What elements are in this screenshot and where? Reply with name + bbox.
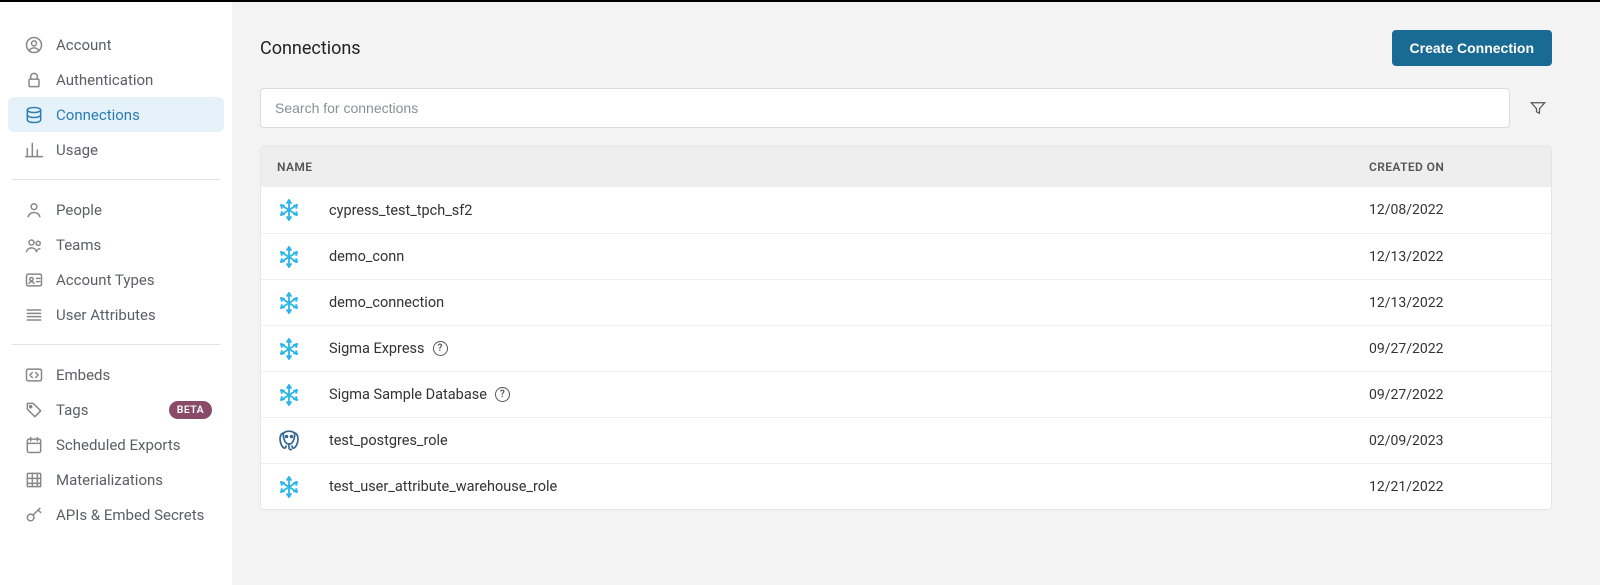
lock-icon <box>22 70 46 90</box>
table-row[interactable]: demo_connection 12/13/2022 <box>261 279 1551 325</box>
code-icon <box>22 365 46 385</box>
created-on-date: 09/27/2022 <box>1361 341 1551 357</box>
snowflake-icon <box>277 291 301 315</box>
table-row[interactable]: Sigma Express ? 09/27/2022 <box>261 325 1551 371</box>
created-on-date: 12/21/2022 <box>1361 479 1551 495</box>
sidebar-item-scheduled-exports[interactable]: Scheduled Exports <box>8 427 224 462</box>
sidebar: Account Authentication Connections Usage… <box>0 2 232 585</box>
filter-button[interactable] <box>1524 88 1552 128</box>
connection-name-text: Sigma Sample Database <box>329 386 487 403</box>
sidebar-item-label: User Attributes <box>56 306 212 324</box>
snowflake-icon <box>277 475 301 499</box>
connection-name-text: test_user_attribute_warehouse_role <box>329 478 557 495</box>
connections-table: NAME CREATED ON cypress_test_tpch_sf2 12… <box>260 146 1552 510</box>
person-icon <box>22 200 46 220</box>
table-row[interactable]: test_postgres_role 02/09/2023 <box>261 417 1551 463</box>
sidebar-divider <box>12 179 220 180</box>
page-header: Connections Create Connection <box>260 30 1552 66</box>
sidebar-item-apis[interactable]: APIs & Embed Secrets <box>8 497 224 532</box>
connection-name-text: cypress_test_tpch_sf2 <box>329 202 472 219</box>
sidebar-item-label: Account Types <box>56 271 212 289</box>
sidebar-item-embeds[interactable]: Embeds <box>8 357 224 392</box>
sidebar-item-label: APIs & Embed Secrets <box>56 506 212 524</box>
connection-name: test_postgres_role <box>313 432 1361 449</box>
table-row[interactable]: cypress_test_tpch_sf2 12/08/2022 <box>261 187 1551 233</box>
sidebar-item-label: Connections <box>56 106 212 124</box>
chart-icon <box>22 140 46 160</box>
column-created-header: CREATED ON <box>1361 160 1551 174</box>
sidebar-item-label: Scheduled Exports <box>56 436 212 454</box>
id-card-icon <box>22 270 46 290</box>
sidebar-divider <box>12 344 220 345</box>
connection-name: Sigma Sample Database ? <box>313 386 1361 403</box>
page-title: Connections <box>260 38 361 59</box>
grid-icon <box>22 470 46 490</box>
sidebar-item-label: Usage <box>56 141 212 159</box>
sidebar-item-label: Teams <box>56 236 212 254</box>
search-input[interactable] <box>260 88 1510 128</box>
sidebar-item-people[interactable]: People <box>8 192 224 227</box>
search-bar <box>260 88 1552 128</box>
column-name-header: NAME <box>261 160 1361 174</box>
connection-name-text: demo_conn <box>329 248 404 265</box>
connection-name: Sigma Express ? <box>313 340 1361 357</box>
connection-name-text: Sigma Express <box>329 340 425 357</box>
sidebar-item-label: Embeds <box>56 366 212 384</box>
table-row[interactable]: Sigma Sample Database ? 09/27/2022 <box>261 371 1551 417</box>
user-circle-icon <box>22 35 46 55</box>
sidebar-item-label: People <box>56 201 212 219</box>
connection-name-text: demo_connection <box>329 294 444 311</box>
sidebar-item-tags[interactable]: Tags BETA <box>8 392 224 427</box>
calendar-icon <box>22 435 46 455</box>
beta-badge: BETA <box>169 401 212 419</box>
created-on-date: 02/09/2023 <box>1361 433 1551 449</box>
snowflake-icon <box>277 245 301 269</box>
connection-name: demo_conn <box>313 248 1361 265</box>
sidebar-item-connections[interactable]: Connections <box>8 97 224 132</box>
sidebar-item-label: Materializations <box>56 471 212 489</box>
create-connection-button[interactable]: Create Connection <box>1392 30 1552 66</box>
main-content: Connections Create Connection NAME CREAT… <box>232 2 1600 585</box>
snowflake-icon <box>277 198 301 222</box>
key-icon <box>22 505 46 525</box>
sidebar-item-account[interactable]: Account <box>8 27 224 62</box>
sidebar-item-label: Authentication <box>56 71 212 89</box>
sidebar-item-usage[interactable]: Usage <box>8 132 224 167</box>
connection-name: test_user_attribute_warehouse_role <box>313 478 1361 495</box>
sidebar-item-user-attributes[interactable]: User Attributes <box>8 297 224 332</box>
connection-name-text: test_postgres_role <box>329 432 448 449</box>
help-icon[interactable]: ? <box>433 341 448 356</box>
created-on-date: 12/13/2022 <box>1361 249 1551 265</box>
filter-icon <box>1529 99 1547 117</box>
help-icon[interactable]: ? <box>495 387 510 402</box>
sidebar-item-teams[interactable]: Teams <box>8 227 224 262</box>
tag-icon <box>22 400 46 420</box>
connection-name: cypress_test_tpch_sf2 <box>313 202 1361 219</box>
snowflake-icon <box>277 383 301 407</box>
table-header: NAME CREATED ON <box>261 147 1551 187</box>
people-icon <box>22 235 46 255</box>
connection-name: demo_connection <box>313 294 1361 311</box>
table-row[interactable]: demo_conn 12/13/2022 <box>261 233 1551 279</box>
lines-icon <box>22 305 46 325</box>
created-on-date: 12/08/2022 <box>1361 202 1551 218</box>
database-icon <box>22 105 46 125</box>
sidebar-item-label: Account <box>56 36 212 54</box>
table-row[interactable]: test_user_attribute_warehouse_role 12/21… <box>261 463 1551 509</box>
snowflake-icon <box>277 337 301 361</box>
created-on-date: 12/13/2022 <box>1361 295 1551 311</box>
created-on-date: 09/27/2022 <box>1361 387 1551 403</box>
sidebar-item-account-types[interactable]: Account Types <box>8 262 224 297</box>
sidebar-item-label: Tags <box>56 401 169 419</box>
sidebar-item-materializations[interactable]: Materializations <box>8 462 224 497</box>
postgres-icon <box>277 429 301 453</box>
sidebar-item-authentication[interactable]: Authentication <box>8 62 224 97</box>
